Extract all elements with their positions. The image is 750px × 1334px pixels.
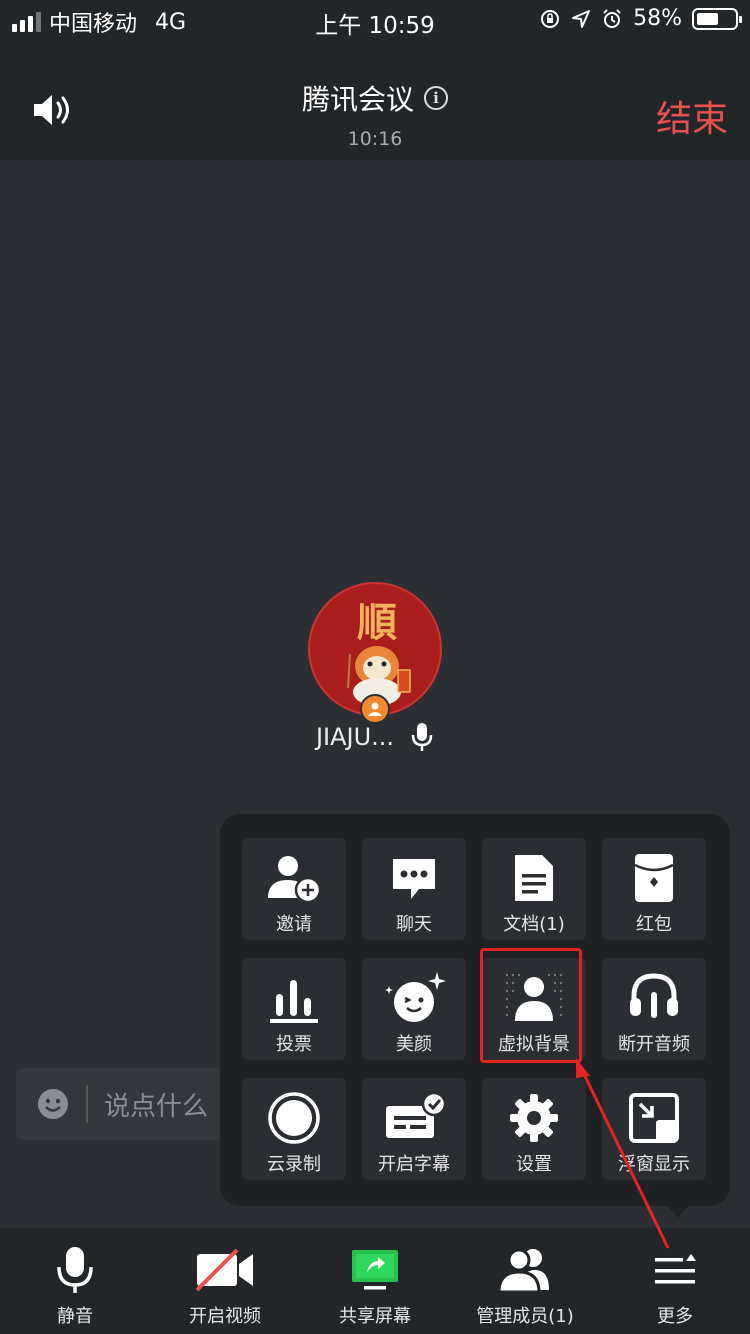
vote-icon [270,980,318,1023]
microphone-icon [411,723,433,751]
panel-pointer [666,1204,690,1218]
disconnect-audio-button[interactable]: 断开音频 [602,958,706,1060]
subtitles-button[interactable]: 开启字幕 [362,1078,466,1180]
microphone-icon [57,1247,93,1293]
members-icon [497,1248,549,1294]
tile-label: 投票 [276,1034,312,1055]
vote-button[interactable]: 投票 [242,958,346,1060]
meeting-header: 腾讯会议 i 10:16 结束 [0,40,750,160]
tile-label: 邀请 [276,914,312,935]
tile-label: 设置 [516,1154,552,1175]
toolbar-label: 共享屏幕 [339,1306,411,1327]
chat-input[interactable]: 说点什么 [104,1086,208,1123]
beauty-button[interactable]: 美颜 [362,958,466,1060]
title-block: 腾讯会议 i 10:16 [0,78,750,150]
host-badge [360,694,390,724]
end-meeting-button[interactable]: 结束 [656,90,728,142]
alarm-icon [603,8,621,28]
cloud-record-icon [268,1092,320,1144]
status-right: 58% [539,6,742,31]
rotation-lock-icon [541,9,560,28]
chat-input-bar[interactable]: 说点什么 [16,1068,226,1140]
beauty-icon [385,972,446,1022]
manage-members-button[interactable]: 管理成员(1) [450,1228,600,1334]
red-packet-button[interactable]: 红包 [602,838,706,940]
document-button[interactable]: 文档(1) [482,838,586,940]
tile-label: 红包 [636,914,672,935]
tile-label: 断开音频 [618,1034,690,1055]
more-icon [655,1254,696,1284]
toolbar-label: 开启视频 [189,1306,261,1327]
battery-percent: 58% [633,6,682,31]
chat-divider [86,1085,88,1123]
emoji-icon[interactable] [36,1087,70,1121]
invite-icon [268,856,322,904]
gear-icon [510,1094,558,1142]
tile-label: 浮窗显示 [618,1154,690,1175]
meeting-title-text: 腾讯会议 [301,83,414,116]
chat-button[interactable]: 聊天 [362,838,466,940]
tile-label: 美颜 [396,1034,432,1055]
tile-label: 聊天 [396,914,432,935]
settings-button[interactable]: 设置 [482,1078,586,1180]
red-packet-icon [634,854,674,902]
video-off-icon [195,1248,253,1292]
toolbar-label: 静音 [57,1306,93,1327]
battery-icon [692,7,742,30]
location-icon [572,9,591,28]
cloud-record-button[interactable]: 云录制 [242,1078,346,1180]
share-screen-icon [352,1250,398,1290]
more-button[interactable]: 更多 [600,1228,750,1334]
participant-name-row: JIAJU... [0,722,750,752]
meeting-timer: 10:16 [347,128,403,150]
share-screen-button[interactable]: 共享屏幕 [300,1228,450,1334]
document-icon [515,855,553,901]
tile-label: 云录制 [267,1154,321,1175]
bottom-toolbar: 静音 开启视频 共享屏幕 管理成员(1) 更多 [0,1228,750,1334]
mute-button[interactable]: 静音 [0,1228,150,1334]
tile-label: 开启字幕 [378,1154,450,1175]
subtitles-icon [386,1092,446,1138]
chat-icon [393,859,435,899]
start-video-button[interactable]: 开启视频 [150,1228,300,1334]
floating-window-icon [629,1093,679,1143]
meeting-title[interactable]: 腾讯会议 i [302,78,448,118]
invite-button[interactable]: 邀请 [242,838,346,940]
toolbar-label: 更多 [657,1306,693,1327]
tile-label: 文档(1) [503,914,565,935]
host-icon [368,702,382,716]
status-bar: 中国移动 4G 上午 10:59 58% [0,0,750,40]
headphones-icon [630,973,678,1018]
floating-window-button[interactable]: 浮窗显示 [602,1078,706,1180]
participant-name: JIAJU... [315,723,395,751]
toolbar-label: 管理成员(1) [476,1306,574,1327]
virtual-background-highlight [480,948,582,1063]
info-icon[interactable]: i [424,86,448,110]
